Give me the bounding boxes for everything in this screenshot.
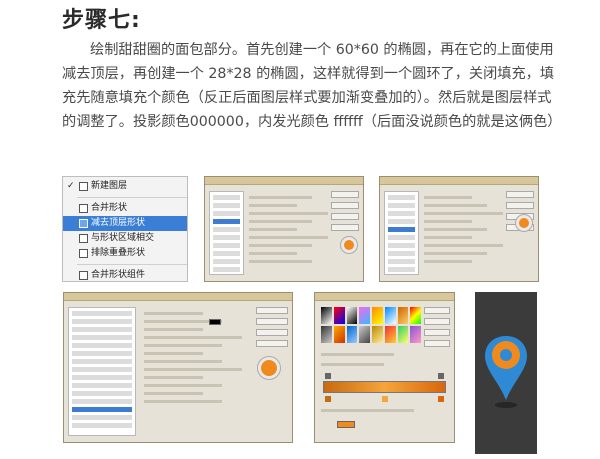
step-title: 步骤七: <box>62 8 141 33</box>
menu-item-label: 减去顶层形状 <box>91 218 146 228</box>
opacity-stop-icon <box>438 373 444 379</box>
paragraph-text: 绘制甜甜圈的面包部分。首先创建一个 60*60 的椭圆，再在它的上面使用减去顶层… <box>62 42 562 130</box>
menu-item-label: 新建图层 <box>91 181 128 191</box>
path-operations-menu: ✓ 新建图层 合并形状 减去顶层形状 与形状区域相交 排除重叠形状 合并形状组件 <box>62 176 188 282</box>
layer-style-dialog-screenshot-2 <box>379 176 539 282</box>
combine-shapes-icon <box>79 204 88 213</box>
stop-color-swatch <box>337 421 355 428</box>
check-icon: ✓ <box>67 181 75 191</box>
pin-shadow <box>495 402 517 408</box>
dialog-buttons <box>256 307 288 351</box>
donut-preview-icon <box>516 215 532 231</box>
color-swatch-black <box>209 319 221 325</box>
dialog-buttons <box>424 307 450 351</box>
style-list <box>209 191 244 275</box>
exclude-overlap-icon <box>79 249 88 258</box>
dialog-title-bar <box>380 177 538 185</box>
menu-item-subtract-front-shape[interactable]: 减去顶层形状 <box>63 216 187 231</box>
instruction-paragraph: 绘制甜甜圈的面包部分。首先创建一个 60*60 的椭圆，再在它的上面使用减去顶层… <box>62 38 562 134</box>
menu-item-intersect-shape-areas[interactable]: 与形状区域相交 <box>63 231 187 246</box>
menu-item-label: 合并形状 <box>91 203 128 213</box>
subtract-front-shape-icon <box>79 219 88 228</box>
menu-item-label: 与形状区域相交 <box>91 233 155 243</box>
style-settings <box>249 191 329 275</box>
color-stop-icon <box>325 396 331 402</box>
dialog-title-bar <box>205 177 363 185</box>
new-layer-icon <box>79 182 88 191</box>
gradient-editor-screenshot <box>314 292 455 443</box>
merge-components-icon <box>79 271 88 280</box>
style-settings <box>143 307 242 436</box>
intersect-shape-icon <box>79 234 88 243</box>
menu-item-new-layer[interactable]: ✓ 新建图层 <box>63 179 187 194</box>
menu-item-label: 排除重叠形状 <box>91 248 146 258</box>
style-settings <box>424 191 504 275</box>
style-list <box>68 307 137 436</box>
donut-preview-icon <box>341 237 357 253</box>
menu-separator <box>77 197 187 198</box>
stops-section-row <box>321 409 414 412</box>
map-pin-icon <box>485 336 527 400</box>
opacity-stop-icon <box>325 373 331 379</box>
style-list <box>384 191 419 275</box>
donut-preview-icon <box>258 357 280 379</box>
color-stop-icon <box>438 396 444 402</box>
gradient-type-row <box>321 363 384 366</box>
map-pin-preview <box>475 292 537 454</box>
menu-item-label: 合并形状组件 <box>91 270 146 280</box>
menu-item-exclude-overlapping[interactable]: 排除重叠形状 <box>63 246 187 261</box>
layer-style-dialog-screenshot-1 <box>204 176 364 282</box>
layer-style-dialog-screenshot-3 <box>63 292 293 443</box>
menu-item-merge-shape-components[interactable]: 合并形状组件 <box>63 268 187 283</box>
menu-separator <box>77 264 187 265</box>
color-stop-icon <box>382 396 388 402</box>
dialog-title-bar <box>315 293 454 301</box>
gradient-name-row <box>321 353 394 356</box>
gradient-presets <box>321 307 421 343</box>
dialog-title-bar <box>64 293 292 301</box>
gradient-bar <box>323 381 446 393</box>
menu-item-combine-shapes[interactable]: 合并形状 <box>63 201 187 216</box>
dialog-buttons <box>330 191 359 235</box>
